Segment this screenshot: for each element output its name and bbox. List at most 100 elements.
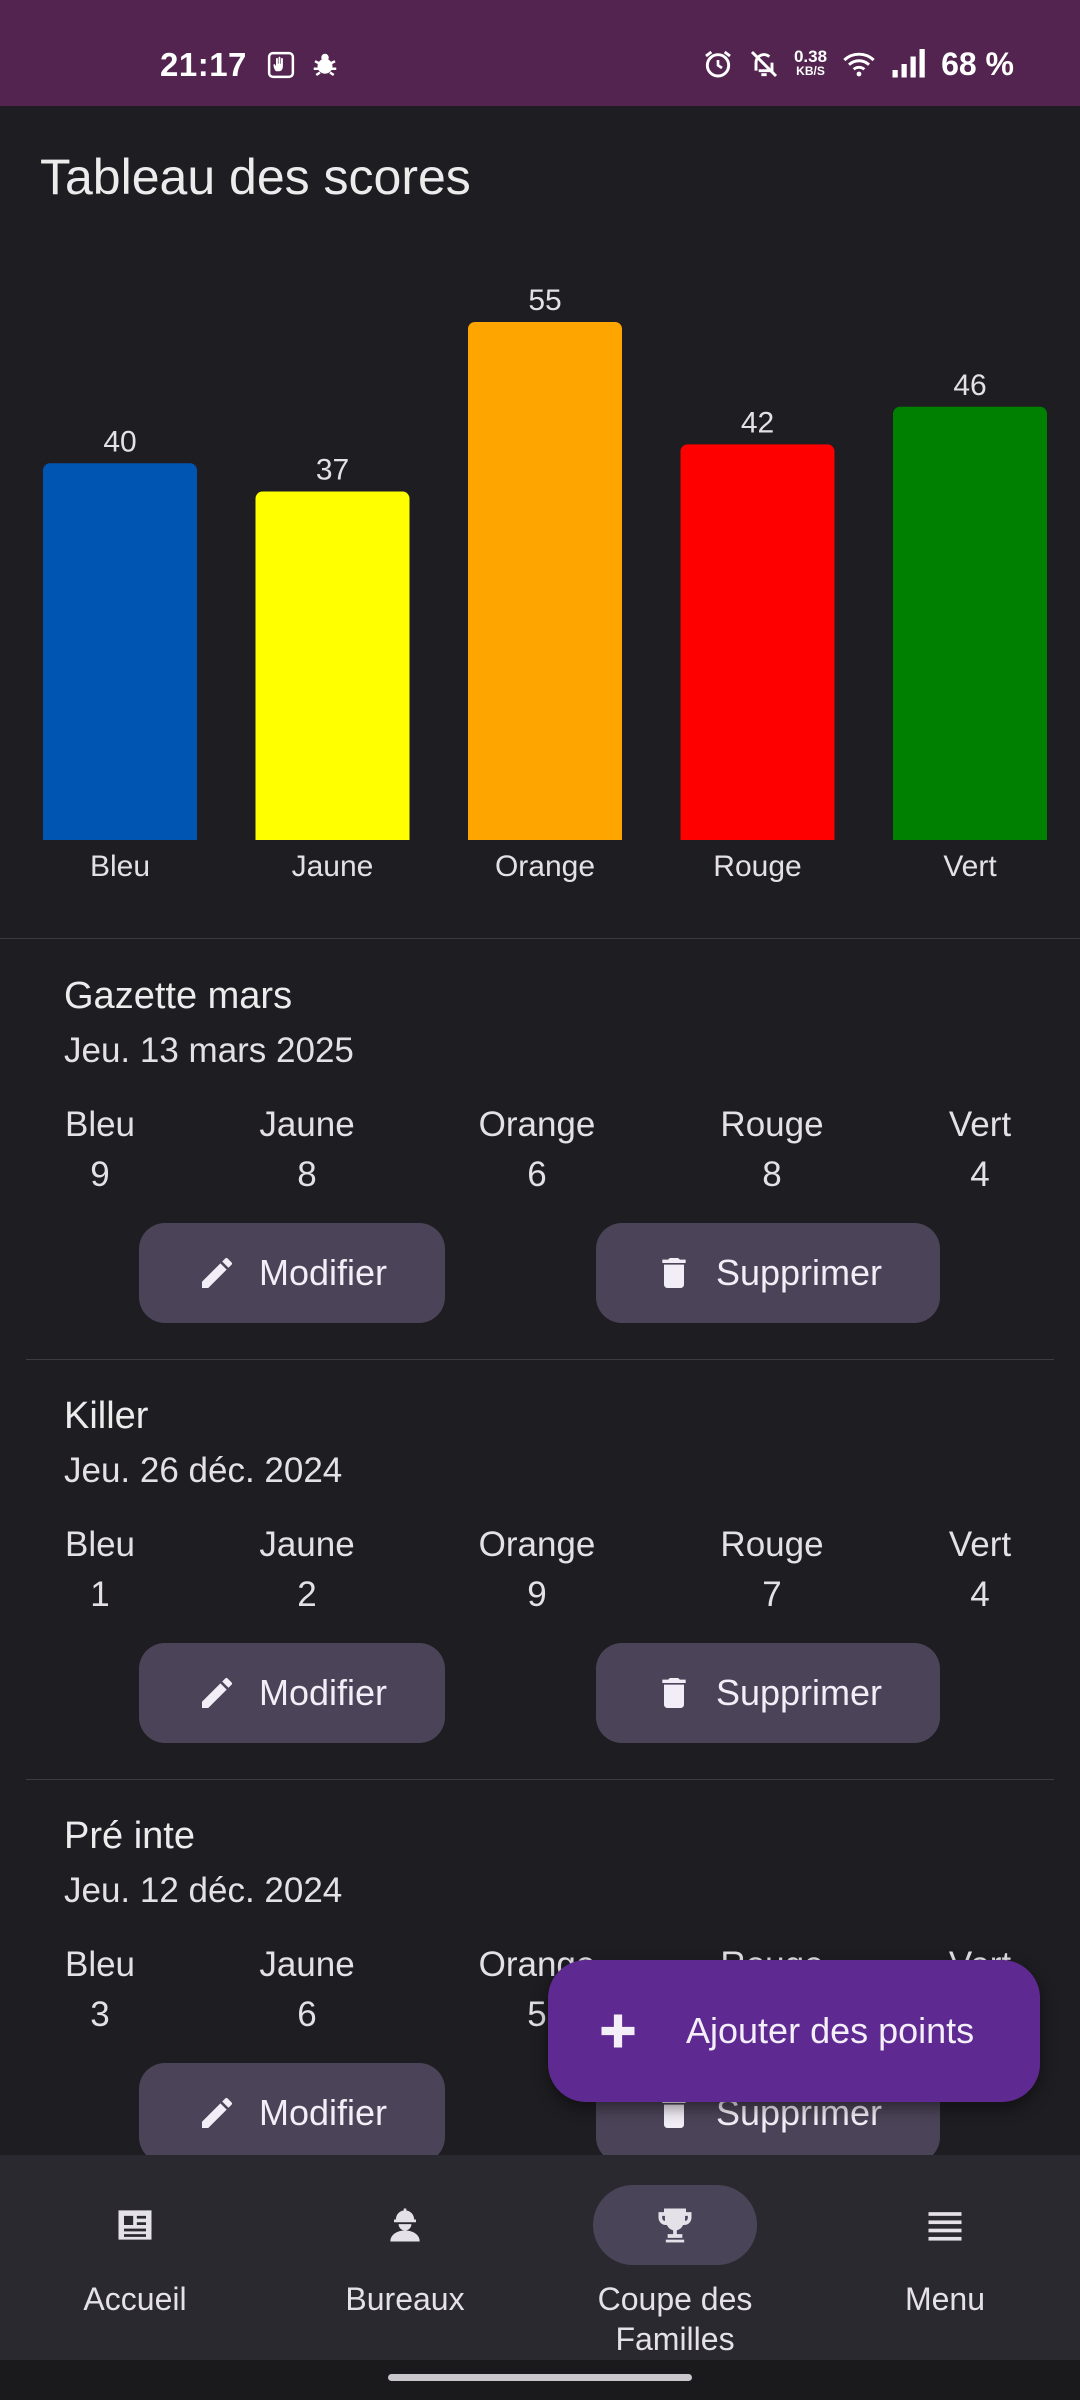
pencil-icon — [201, 1677, 232, 1708]
edit-button[interactable]: Modifier — [139, 1223, 445, 1323]
team-score: 6 — [527, 1155, 547, 1194]
entry-title: Pré inte — [64, 1815, 195, 1857]
data-label-orange: 55 — [528, 284, 561, 317]
score-column-orange: Orange 9 — [457, 1525, 617, 1615]
entry-divider — [26, 1779, 1054, 1780]
data-label-jaune: 37 — [316, 454, 349, 487]
team-name: Jaune — [259, 1945, 355, 1984]
delete-button[interactable]: Supprimer — [596, 1223, 940, 1323]
score-column-bleu: Bleu 1 — [20, 1525, 180, 1615]
bar-rouge — [680, 444, 835, 840]
nav-label-menu: Menu — [904, 2281, 986, 2317]
add-points-label: Ajouter des points — [686, 2010, 975, 2051]
add-points-button[interactable]: Ajouter des points — [548, 1960, 1040, 2102]
team-score: 3 — [90, 1995, 110, 2034]
bottom-navigation: Accueil Bureaux Coupe des Familles Menu — [0, 2155, 1080, 2360]
team-score: 9 — [90, 1155, 110, 1194]
score-column-rouge: Rouge 7 — [692, 1525, 852, 1615]
menu-icon — [928, 2212, 962, 2241]
score-bar-chart: 40 Bleu 37 Jaune 55 Orange 42 Rouge 46 Vert — [43, 284, 1047, 883]
trash-icon — [662, 1258, 686, 1288]
team-name: Orange — [478, 1525, 596, 1564]
entry-date: Jeu. 12 déc. 2024 — [64, 1871, 343, 1910]
bar-base-bleu — [43, 830, 197, 840]
team-name: Bleu — [64, 1525, 136, 1564]
team-name: Rouge — [720, 1105, 824, 1144]
team-name: Rouge — [720, 1525, 824, 1564]
gesture-handle[interactable] — [388, 2374, 692, 2381]
score-column-orange: Orange 6 — [457, 1105, 617, 1195]
wifi-icon — [843, 52, 875, 77]
trash-icon — [662, 1678, 686, 1708]
network-speed-unit: KB/S — [796, 64, 825, 78]
newspaper-icon — [118, 2210, 152, 2240]
trophy-icon — [658, 2208, 692, 2243]
entry-title: Gazette mars — [64, 975, 293, 1017]
bar-base-jaune — [255, 830, 410, 840]
nav-pill-bureaux — [323, 2185, 487, 2265]
data-label-bleu: 40 — [103, 425, 136, 458]
team-score: 9 — [527, 1575, 547, 1614]
edit-label: Modifier — [258, 1672, 388, 1713]
pencil-icon — [201, 2097, 232, 2128]
team-name: Bleu — [64, 1105, 136, 1144]
hand-icon — [267, 51, 295, 79]
team-score: 6 — [297, 1995, 317, 2034]
pencil-icon — [201, 1257, 232, 1288]
nav-item-coupe-des-familles[interactable]: Coupe des Familles — [540, 2185, 810, 2359]
page-title: Tableau des scores — [40, 149, 471, 205]
nav-label-coupe-des-familles: Coupe des Familles — [597, 2281, 753, 2357]
team-name: Orange — [478, 1105, 596, 1144]
delete-label: Supprimer — [715, 1672, 883, 1713]
bug-icon — [313, 53, 337, 77]
network-speed-value: 0.38 — [793, 47, 828, 66]
score-column-bleu: Bleu 3 — [20, 1945, 180, 2035]
tick-label-bleu: Bleu — [90, 850, 150, 883]
signal-icon — [892, 49, 925, 78]
score-column-jaune: Jaune 8 — [227, 1105, 387, 1195]
team-name: Bleu — [64, 1945, 136, 1984]
nav-pill-accueil — [53, 2185, 217, 2265]
entry-divider — [26, 1359, 1054, 1360]
edit-button[interactable]: Modifier — [139, 1643, 445, 1743]
team-score: 8 — [297, 1155, 317, 1194]
edit-label: Modifier — [258, 1252, 388, 1293]
bar-base-rouge — [680, 830, 835, 840]
score-entry: Killer Jeu. 26 déc. 2024 Bleu 1 Jaune 2 O… — [0, 1395, 1080, 1815]
team-name: Jaune — [259, 1525, 355, 1564]
bar-jaune — [255, 491, 410, 840]
worker-icon — [390, 2208, 420, 2242]
tick-label-jaune: Jaune — [292, 850, 374, 883]
status-bar: 21:17 0.38 KB/S 68 % — [0, 0, 1080, 106]
chart-divider — [0, 938, 1080, 939]
data-label-rouge: 42 — [741, 406, 774, 439]
network-speed: 0.38 KB/S — [793, 47, 828, 79]
edit-button[interactable]: Modifier — [139, 2063, 445, 2163]
score-column-bleu: Bleu 9 — [20, 1105, 180, 1195]
battery-level: 68 % — [941, 45, 1014, 82]
entry-date: Jeu. 26 déc. 2024 — [64, 1451, 343, 1490]
score-column-jaune: Jaune 6 — [227, 1945, 387, 2035]
team-name: Vert — [948, 1105, 1012, 1144]
nav-item-accueil[interactable]: Accueil — [0, 2185, 270, 2319]
team-score: 8 — [762, 1155, 782, 1194]
tick-label-vert: Vert — [943, 850, 997, 883]
score-column-vert: Vert 4 — [900, 1525, 1060, 1615]
score-column-rouge: Rouge 8 — [692, 1105, 852, 1195]
delete-label: Supprimer — [715, 1252, 883, 1293]
bar-vert — [893, 406, 1047, 840]
nav-item-menu[interactable]: Menu — [810, 2185, 1080, 2319]
entry-title: Killer — [64, 1395, 149, 1437]
score-entry: Gazette mars Jeu. 13 mars 2025 Bleu 9 Jau… — [0, 975, 1080, 1395]
team-score: 2 — [297, 1575, 317, 1614]
bar-base-vert — [893, 830, 1047, 840]
nav-pill-menu — [863, 2185, 1027, 2265]
nav-label-bureaux: Bureaux — [345, 2281, 465, 2317]
team-name: Vert — [948, 1525, 1012, 1564]
nav-item-bureaux[interactable]: Bureaux — [270, 2185, 540, 2319]
bar-bleu — [43, 463, 197, 840]
team-score: 1 — [90, 1575, 110, 1614]
delete-button[interactable]: Supprimer — [596, 1643, 940, 1743]
bar-base-orange — [468, 830, 622, 840]
nav-label-accueil: Accueil — [83, 2281, 187, 2317]
